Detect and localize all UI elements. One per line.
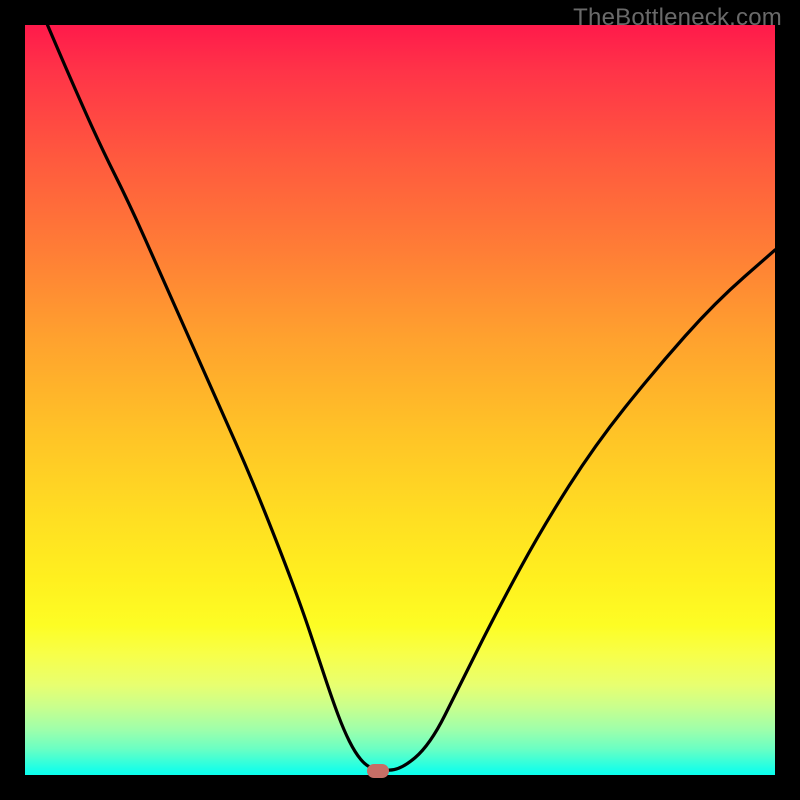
plot-area [25,25,775,775]
watermark-text: TheBottleneck.com [573,4,782,32]
chart-frame: TheBottleneck.com [0,0,800,800]
optimum-marker [367,764,389,778]
